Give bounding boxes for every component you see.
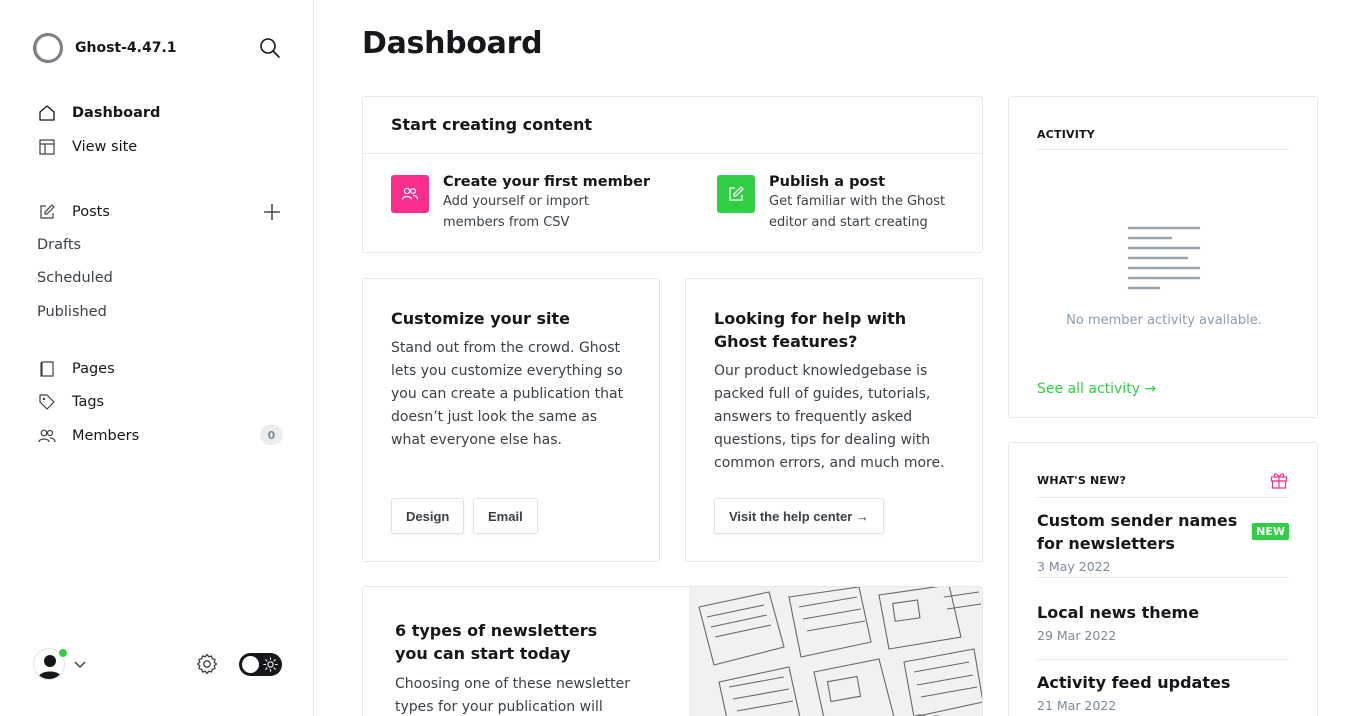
- customize-site-card: Customize your site Stand out from the c…: [362, 278, 660, 562]
- nav-tags[interactable]: Tags: [37, 390, 287, 414]
- nav-members-label: Members: [72, 428, 140, 444]
- online-status-dot: [58, 648, 68, 658]
- create-member-desc: Add yourself or import members from CSV: [443, 194, 589, 230]
- ghost-admin: Ghost-4.47.1 Dashboard View site Posts D…: [0, 0, 1366, 716]
- gift-icon: [1270, 473, 1288, 489]
- article-excerpt: Choosing one of these newsletter types f…: [395, 676, 631, 715]
- whats-new-item[interactable]: Local news theme 29 Mar 2022: [1037, 601, 1289, 660]
- members-icon: [37, 426, 57, 446]
- publish-post-title: Publish a post: [769, 174, 886, 190]
- see-all-activity-link[interactable]: See all activity →: [1037, 381, 1156, 397]
- whats-new-item-date: 29 Mar 2022: [1037, 628, 1117, 643]
- site-switcher[interactable]: Ghost-4.47.1: [33, 33, 177, 63]
- search-icon[interactable]: [259, 37, 281, 59]
- dark-mode-toggle[interactable]: [239, 653, 282, 676]
- start-creating-card: Start creating content Create your first…: [362, 96, 983, 253]
- activity-empty-text: No member activity available.: [1066, 313, 1262, 328]
- newsletter-article-card[interactable]: 6 types of newsletters you can start tod…: [362, 586, 983, 716]
- help-title: Looking for help with Ghost features?: [714, 309, 907, 351]
- whats-new-header: WHAT'S NEW?: [1037, 463, 1289, 498]
- nav-members[interactable]: Members: [37, 424, 287, 448]
- activity-card: ACTIVITY No member activity available. S…: [1008, 96, 1318, 418]
- nav-scheduled[interactable]: Scheduled: [37, 270, 113, 286]
- customize-desc: Stand out from the crowd. Ghost lets you…: [391, 340, 624, 448]
- members-icon: [391, 175, 429, 213]
- publish-post-action[interactable]: Publish a post Get familiar with the Gho…: [717, 174, 969, 233]
- home-icon: [37, 103, 57, 123]
- publish-post-desc: Get familiar with the Ghost editor and s…: [769, 194, 946, 230]
- nav-pages-label: Pages: [72, 361, 115, 377]
- nav-drafts[interactable]: Drafts: [37, 237, 81, 253]
- whats-new-item-title: Activity feed updates: [1037, 673, 1231, 692]
- edit-icon: [717, 175, 755, 213]
- nav-view-site[interactable]: View site: [37, 135, 287, 159]
- whats-new-item[interactable]: Activity feed updates 21 Mar 2022: [1037, 671, 1289, 716]
- whats-new-item-date: 21 Mar 2022: [1037, 698, 1117, 713]
- design-button[interactable]: Design: [391, 498, 465, 534]
- tag-icon: [37, 392, 57, 412]
- whats-new-label: WHAT'S NEW?: [1037, 473, 1127, 487]
- sun-icon: [263, 657, 278, 672]
- page-title: Dashboard: [362, 26, 543, 61]
- whats-new-card: WHAT'S NEW? Custom sender names for news…: [1008, 442, 1318, 716]
- sidebar: Ghost-4.47.1 Dashboard View site Posts D…: [0, 0, 314, 716]
- site-name: Ghost-4.47.1: [75, 40, 177, 56]
- nav-published[interactable]: Published: [37, 304, 107, 320]
- activity-header: ACTIVITY: [1037, 123, 1289, 150]
- help-desc: Our product knowledgebase is packed full…: [714, 363, 945, 471]
- nav-posts[interactable]: Posts: [37, 200, 287, 224]
- toggle-knob: [242, 656, 259, 673]
- help-center-button[interactable]: Visit the help center →: [714, 498, 884, 534]
- email-button[interactable]: Email: [473, 498, 538, 534]
- nav-tags-label: Tags: [72, 394, 105, 410]
- help-card: Looking for help with Ghost features? Ou…: [685, 278, 983, 562]
- nav-dashboard-label: Dashboard: [72, 105, 161, 121]
- article-title: 6 types of newsletters you can start tod…: [395, 621, 598, 663]
- pencil-icon: [37, 202, 57, 222]
- page-icon: [37, 359, 57, 379]
- whats-new-item-title: Local news theme: [1037, 603, 1200, 622]
- whats-new-item-date: 3 May 2022: [1037, 559, 1111, 574]
- new-badge: NEW: [1252, 523, 1289, 540]
- whats-new-item[interactable]: Custom sender names for newsletters 3 Ma…: [1037, 509, 1289, 578]
- article-image: [689, 587, 982, 716]
- customize-title: Customize your site: [391, 309, 570, 328]
- chevron-down-icon[interactable]: [73, 657, 87, 671]
- site-logo-icon: [33, 33, 63, 63]
- nav-dashboard[interactable]: Dashboard: [37, 101, 287, 125]
- whats-new-item-title: Custom sender names for newsletters: [1037, 511, 1238, 553]
- nav-pages[interactable]: Pages: [37, 357, 287, 381]
- nav-view-site-label: View site: [72, 139, 138, 155]
- start-creating-heading: Start creating content: [363, 97, 982, 154]
- add-post-icon[interactable]: [262, 202, 282, 222]
- nav-posts-label: Posts: [72, 204, 110, 220]
- empty-list-icon: [1127, 226, 1201, 290]
- gear-icon[interactable]: [195, 652, 219, 676]
- create-member-title: Create your first member: [443, 174, 651, 190]
- create-member-action[interactable]: Create your first member Add yourself or…: [391, 174, 651, 233]
- activity-label: ACTIVITY: [1037, 128, 1095, 141]
- layout-icon: [37, 137, 57, 157]
- members-count-badge: 0: [260, 425, 283, 445]
